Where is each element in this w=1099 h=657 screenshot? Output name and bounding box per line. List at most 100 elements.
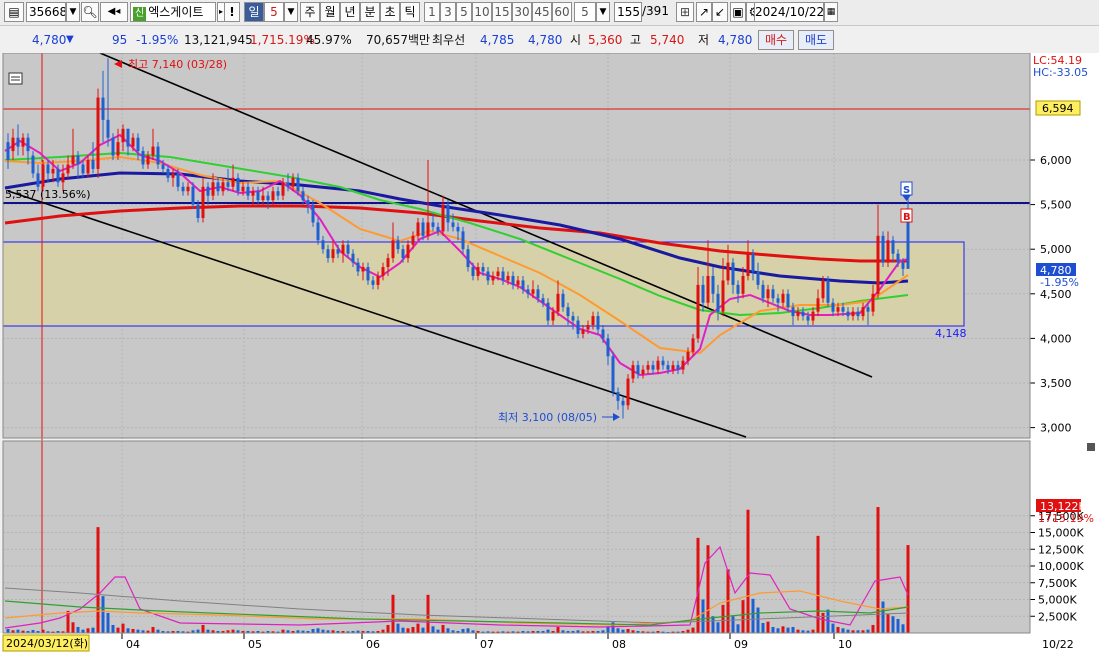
draw-tool-icon[interactable]: ↗ [696, 2, 712, 22]
candle-body [446, 204, 450, 223]
volume-bar [741, 600, 745, 633]
stock-name[interactable]: 신 엑스게이트 [130, 2, 216, 22]
candle-body [866, 307, 870, 312]
period-day-button[interactable]: 일 [244, 2, 264, 22]
candle-body [161, 164, 165, 169]
candle-body [876, 235, 880, 294]
minute-10-button[interactable]: 10 [472, 2, 492, 22]
volume-bar [751, 598, 755, 633]
period-second-button[interactable]: 초 [380, 2, 400, 22]
volume-bar [756, 607, 760, 633]
candle-body [776, 298, 780, 303]
low-label: 저 [698, 33, 710, 47]
volume-bar [441, 624, 445, 633]
volume-bar [781, 626, 785, 633]
price-tick-label: 4,000 [1040, 332, 1072, 345]
candle-body [356, 262, 360, 272]
sound-icon[interactable]: ◀◂ [100, 2, 128, 22]
sell-button[interactable]: 매도 [798, 30, 834, 50]
buy-signal-marker: B [900, 208, 913, 223]
period-tick-button[interactable]: 틱 [400, 2, 420, 22]
end-date-label: 10/22 [1042, 638, 1074, 651]
minute-select[interactable]: 5 [574, 2, 596, 22]
page-total: /391 [642, 4, 669, 18]
price-tick-label: 5,500 [1040, 199, 1072, 212]
candle-body [586, 325, 590, 330]
page-count-input[interactable]: 155 [614, 2, 642, 22]
candle-body [386, 258, 390, 268]
candle-body [236, 177, 240, 192]
volume-bar [386, 624, 390, 633]
period-value-input[interactable]: 5 [264, 2, 284, 22]
candle-body [756, 271, 760, 285]
period-year-button[interactable]: 년 [340, 2, 360, 22]
candle-body [716, 293, 720, 312]
period-week-button[interactable]: 주 [300, 2, 320, 22]
volume-bar [436, 629, 440, 633]
candle-body [641, 369, 645, 375]
minute-3-button[interactable]: 3 [440, 2, 456, 22]
candle-body [366, 267, 370, 281]
candle-body [76, 155, 80, 165]
candle-body [846, 311, 850, 317]
date-picker-icon[interactable]: ▦ [824, 2, 838, 22]
period-dropdown-icon[interactable]: ▼ [284, 2, 298, 22]
volume-bar [111, 624, 115, 633]
period-minute-button[interactable]: 분 [360, 2, 380, 22]
price-volume-chart[interactable]: 최고 7,140 (03/28) 최저 3,100 (08/05) 5,537 … [0, 52, 1099, 657]
minute-5-button[interactable]: 5 [456, 2, 472, 22]
minute-1-button[interactable]: 1 [424, 2, 440, 22]
minute-15-button[interactable]: 15 [492, 2, 512, 22]
candle-body [471, 267, 475, 276]
grid-icon[interactable]: ⊞ [676, 2, 694, 22]
minute-30-button[interactable]: 30 [512, 2, 532, 22]
high-annotation: 최고 7,140 (03/28) [114, 58, 227, 71]
volume-bar [796, 629, 800, 633]
volume-bar [431, 626, 435, 633]
price-change: 95 [112, 33, 128, 47]
volume-panel-toggle-icon[interactable] [1087, 443, 1095, 451]
volume-bar [71, 622, 75, 633]
warning-button[interactable]: ! [224, 2, 240, 22]
candle-body [816, 298, 820, 312]
volume-bar [891, 616, 895, 633]
minute-60-button[interactable]: 60 [552, 2, 572, 22]
candle-body [216, 182, 220, 192]
candle-body [181, 186, 185, 192]
volume-bar [686, 629, 690, 633]
candle-body [766, 289, 770, 299]
candle-body [21, 137, 25, 147]
candle-body [196, 204, 200, 218]
volume-bar [556, 626, 560, 633]
candle-body [611, 356, 615, 392]
minute-dropdown-icon[interactable]: ▼ [596, 2, 610, 22]
candle-body [316, 222, 320, 241]
candle-body [541, 298, 545, 303]
chart-type-icon[interactable]: ▤ [4, 2, 24, 22]
month-label: 07 [480, 638, 494, 651]
stock-code-input[interactable]: 356680 [26, 2, 66, 22]
candle-body [341, 244, 345, 254]
candle-body [786, 293, 790, 308]
buy-button[interactable]: 매수 [758, 30, 794, 50]
code-dropdown-icon[interactable]: ▼ [66, 2, 80, 22]
candle-body [676, 365, 680, 370]
candle-body [361, 267, 365, 272]
candle-body [496, 271, 500, 276]
date-input[interactable]: 2024/10/22 [754, 2, 824, 22]
minute-45-button[interactable]: 45 [532, 2, 552, 22]
save-icon[interactable]: ▣ [730, 2, 746, 22]
candle-body [461, 231, 465, 250]
candle-body [486, 271, 490, 281]
candle-body [726, 262, 730, 281]
candle-body [421, 222, 425, 236]
indicator-list-icon[interactable] [8, 72, 23, 85]
current-price: 4,780 [32, 33, 67, 47]
candle-body [621, 400, 625, 406]
candle-body [601, 329, 605, 339]
volume-bar [811, 629, 815, 633]
shrink-icon[interactable]: ↙ [712, 2, 728, 22]
period-month-button[interactable]: 월 [320, 2, 340, 22]
candle-body [376, 275, 380, 285]
search-icon[interactable]: 🔍︎ [81, 2, 99, 22]
